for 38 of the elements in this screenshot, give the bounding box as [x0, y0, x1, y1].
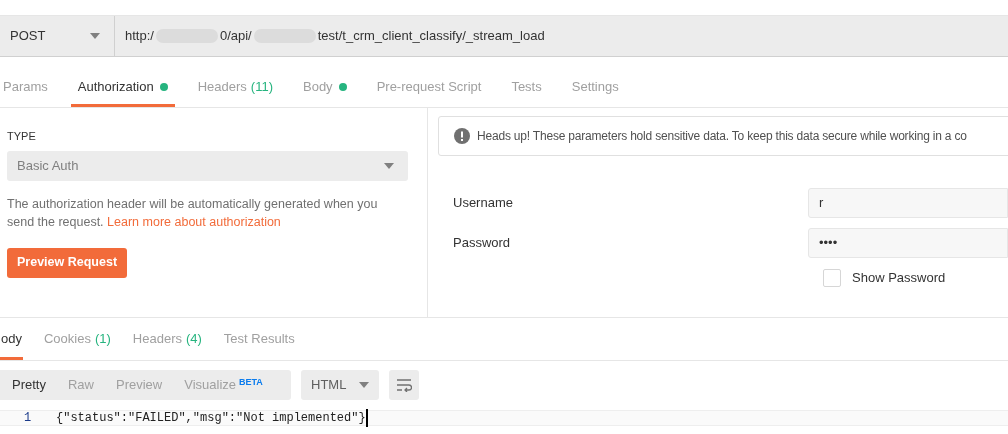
preview-request-button[interactable]: Preview Request — [7, 247, 128, 278]
field-label: TYPE — [7, 129, 37, 144]
code-line: {"status":"FAILED","msg":"Not implemented"} — [56, 409, 368, 427]
response-tab[interactable]: Headers (4) — [131, 321, 203, 360]
checkbox-label: Show Password — [852, 269, 946, 287]
view-mode-tab[interactable]: Visualize $^{BETA}$ — [173, 370, 274, 400]
auth-type-select[interactable]: Basic Auth — [7, 150, 408, 181]
field-label: Password — [452, 234, 512, 253]
auth-description: The authorization header will be automatically generated when you send the request. Learn more about authorization — [7, 195, 379, 231]
view-mode-tab[interactable]: Raw — [56, 370, 105, 400]
response-tab[interactable]: Test Results — [222, 321, 296, 360]
field-label: Username — [452, 194, 514, 213]
response-tab[interactable]: ody — [0, 321, 23, 360]
view-mode-tab[interactable]: Pretty — [0, 370, 57, 400]
request-tab[interactable]: Authorization — [70, 70, 175, 107]
learn-more-link[interactable]: Learn more about authorization — [107, 214, 281, 229]
response-tab[interactable]: Cookies (1) — [42, 321, 112, 360]
caret-icon — [359, 382, 369, 388]
wrap-lines-button[interactable] — [389, 370, 419, 400]
show-password-checkbox[interactable] — [823, 268, 841, 287]
method-select[interactable]: POST — [0, 16, 115, 56]
view-mode-tab[interactable]: Preview — [105, 370, 174, 400]
caret-icon — [90, 33, 100, 39]
credential-field[interactable]: r — [808, 188, 1008, 218]
format-select[interactable]: HTML — [301, 370, 379, 400]
wrap-icon — [396, 378, 412, 392]
exclamation-icon — [454, 128, 470, 144]
notice-text: Heads up! These parameters hold sensitive data. To keep this data secure while working in a co — [477, 128, 967, 145]
request-tab[interactable]: Pre-request Script — [369, 70, 489, 107]
request-tab[interactable]: Settings — [564, 70, 626, 107]
caret-icon — [384, 162, 394, 169]
request-tab[interactable]: Headers (11) — [190, 70, 280, 107]
url-field[interactable]: http:/ 0/api/ test/t_crm_client_classify/_stream_load — [115, 16, 1008, 56]
line-number: 1 — [23, 410, 33, 427]
credential-field[interactable]: •••• — [808, 228, 1008, 258]
request-tab[interactable]: Params — [0, 70, 55, 107]
request-tab[interactable]: Tests — [504, 70, 549, 107]
request-tab[interactable]: Body — [296, 70, 354, 107]
